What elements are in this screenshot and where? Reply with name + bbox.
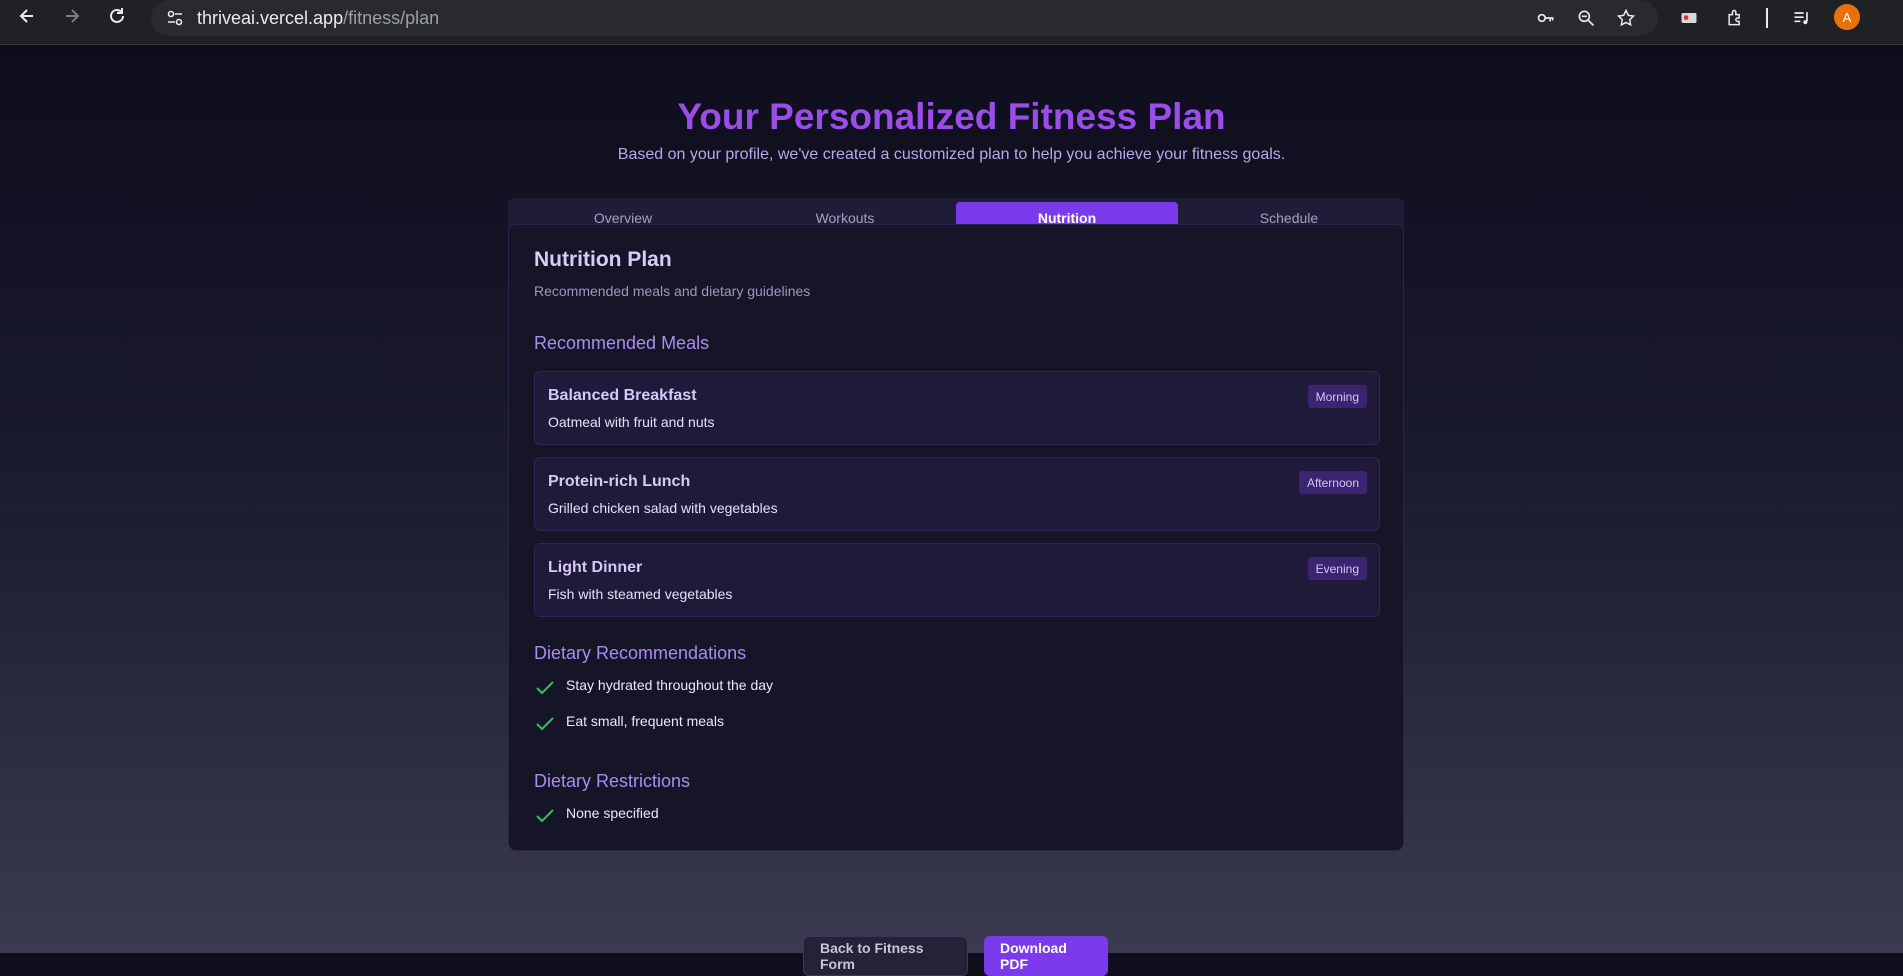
forward-arrow-icon[interactable] — [60, 4, 84, 28]
key-icon[interactable] — [1534, 6, 1558, 30]
restrictions-heading: Dietary Restrictions — [534, 771, 691, 791]
recommendations-heading: Dietary Recommendations — [534, 643, 747, 663]
list-item: Eat small, frequent meals — [534, 707, 724, 735]
meal-name: Light Dinner — [548, 559, 643, 576]
card-description: Recommended meals and dietary guidelines — [534, 283, 811, 299]
address-bar[interactable]: thriveai.vercel.app/fitness/plan — [151, 0, 1658, 36]
list-item: Stay hydrated throughout the day — [534, 671, 773, 699]
nutrition-plan-card: Nutrition Plan Recommended meals and die… — [508, 224, 1404, 851]
bookmark-star-icon[interactable] — [1614, 6, 1638, 30]
check-icon — [536, 717, 554, 731]
extension-card-icon[interactable] — [1677, 6, 1701, 30]
meal-description: Fish with steamed vegetables — [548, 586, 733, 602]
toolbar-divider — [1766, 8, 1768, 28]
list-item: None specified — [534, 799, 659, 827]
check-icon — [536, 681, 554, 695]
meals-heading: Recommended Meals — [534, 333, 710, 353]
recommendation-text: Stay hydrated throughout the day — [566, 677, 774, 693]
meal-item: Balanced Breakfast Oatmeal with fruit an… — [534, 371, 1380, 445]
card-title: Nutrition Plan — [534, 248, 672, 271]
back-arrow-icon[interactable] — [15, 4, 39, 28]
url-host: thriveai.vercel.app — [197, 8, 344, 28]
media-controls-icon[interactable] — [1790, 6, 1814, 30]
profile-avatar[interactable]: A — [1834, 4, 1860, 30]
recommendation-text: Eat small, frequent meals — [566, 713, 724, 729]
page-body: Your Personalized Fitness Plan Based on … — [0, 46, 1903, 976]
page-title: Your Personalized Fitness Plan — [677, 96, 1226, 137]
restriction-text: None specified — [566, 805, 659, 821]
extensions-puzzle-icon[interactable] — [1723, 6, 1747, 30]
meal-time-badge: Afternoon — [1298, 471, 1367, 494]
meal-item: Light Dinner Fish with steamed vegetable… — [534, 543, 1380, 617]
meal-name: Balanced Breakfast — [548, 387, 697, 404]
url-text[interactable]: thriveai.vercel.app/fitness/plan — [197, 8, 439, 29]
download-pdf-button[interactable]: Download PDF — [984, 936, 1108, 976]
check-icon — [536, 809, 554, 823]
meal-time-badge: Evening — [1307, 557, 1367, 580]
meal-name: Protein-rich Lunch — [548, 473, 691, 490]
reload-icon[interactable] — [105, 4, 129, 28]
meal-time-badge: Morning — [1307, 385, 1367, 408]
zoom-icon[interactable] — [1574, 6, 1598, 30]
back-to-form-button[interactable]: Back to Fitness Form — [803, 936, 968, 976]
site-settings-icon[interactable] — [165, 8, 185, 28]
url-path: /fitness/plan — [343, 8, 440, 28]
meal-description: Oatmeal with fruit and nuts — [548, 414, 715, 430]
meal-description: Grilled chicken salad with vegetables — [548, 500, 778, 516]
browser-toolbar: thriveai.vercel.app/fitness/plan A — [0, 0, 1903, 45]
page-subtitle: Based on your profile, we've created a c… — [617, 146, 1286, 163]
meal-item: Protein-rich Lunch Grilled chicken salad… — [534, 457, 1380, 531]
